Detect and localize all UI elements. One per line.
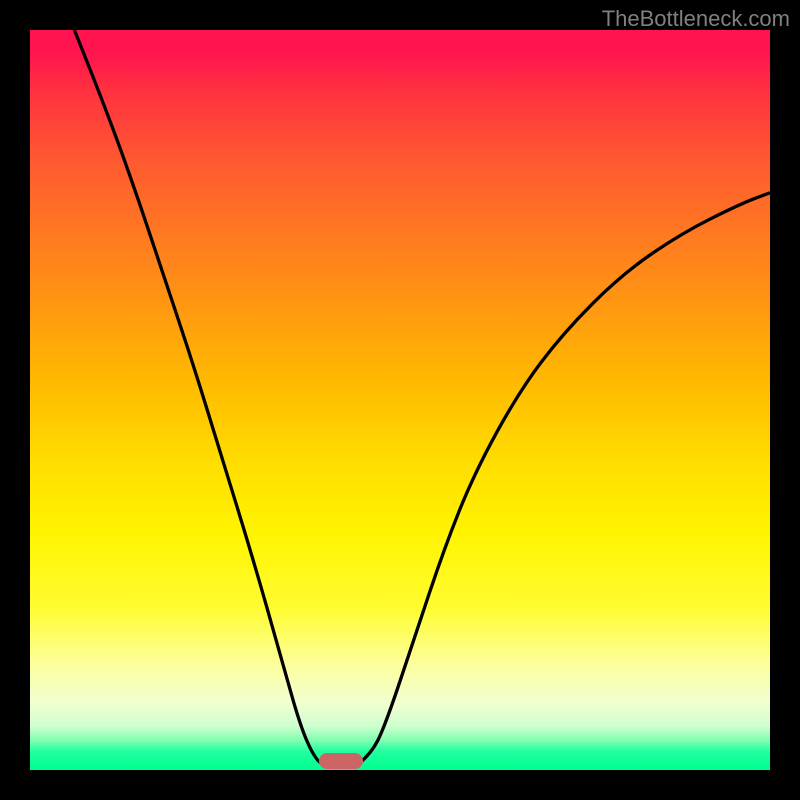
bottleneck-marker	[319, 753, 363, 769]
watermark-text: TheBottleneck.com	[602, 6, 790, 32]
right-curve-path	[356, 193, 770, 767]
chart-container: TheBottleneck.com	[0, 0, 800, 800]
left-curve-path	[74, 30, 326, 766]
curves-svg	[30, 30, 770, 770]
